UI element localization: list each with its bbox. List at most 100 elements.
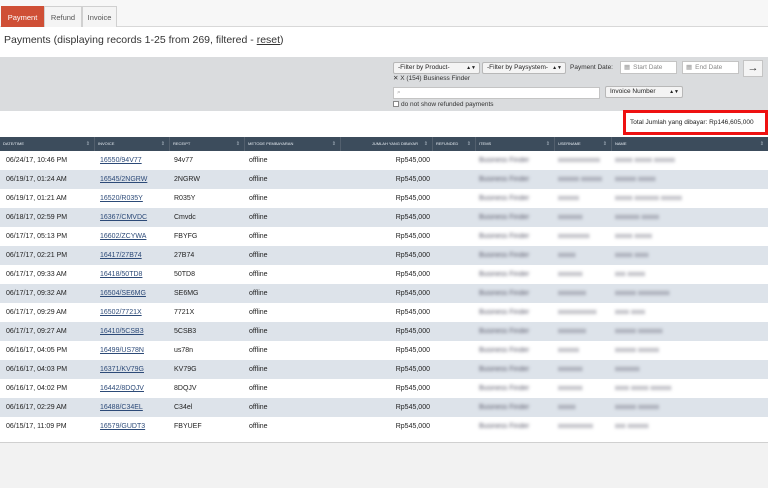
cell-name: xxxxxx xxxxxxxxx <box>615 290 670 297</box>
table-row[interactable]: 06/16/17, 04:05 PM 16499/US78N us78n offlin… <box>0 341 768 360</box>
page-title-text: Payments (displaying records 1-25 from 2… <box>4 34 257 46</box>
invoice-link[interactable]: 16442/8DQJV <box>100 379 144 398</box>
table-row[interactable]: 06/24/17, 10:46 PM 16550/94V77 94v77 offlin… <box>0 151 768 170</box>
cell-datetime: 06/15/17, 11:09 PM <box>6 423 67 430</box>
checkbox-icon[interactable] <box>393 101 399 107</box>
start-date-input[interactable]: ▦ Start Date <box>620 61 677 74</box>
cell-receipt: 7721X <box>174 309 195 316</box>
invoice-link[interactable]: 16418/50TD8 <box>100 265 142 284</box>
table-row[interactable]: 06/17/17, 02:21 PM 16417/27B74 27B74 offlin… <box>0 246 768 265</box>
column-header-name[interactable]: NAME ⇕ <box>611 137 768 151</box>
invoice-link[interactable]: 16504/SE6MG <box>100 284 146 303</box>
invoice-link[interactable]: 16499/US78N <box>100 341 144 360</box>
invoice-link[interactable]: 16579/GUDT3 <box>100 417 145 436</box>
cell-method: offline <box>249 195 268 202</box>
cell-receipt: FBYUEF <box>174 423 202 430</box>
cell-items: Business Finder <box>479 195 530 202</box>
column-header-refunded[interactable]: REFUNDED ⇕ <box>432 137 475 151</box>
product-filter-label: -Filter by Product- <box>398 64 450 71</box>
column-header-datetime[interactable]: DATE/TIME ⇕ <box>0 137 94 151</box>
calendar-icon: ▦ <box>624 64 631 71</box>
sort-icon: ⇕ <box>85 141 90 147</box>
column-header-label: METODE PEMBAYARAN <box>248 141 294 146</box>
table-row[interactable]: 06/16/17, 04:03 PM 16371/KV79G KV79G offlin… <box>0 360 768 379</box>
cell-datetime: 06/17/17, 09:32 AM <box>6 290 67 297</box>
cell-username: xxxxxxx <box>558 385 583 392</box>
invoice-link[interactable]: 16488/C34EL <box>100 398 143 417</box>
total-label: Total Jumlah yang dibayar: <box>630 119 708 126</box>
table-row[interactable]: 06/16/17, 02:29 AM 16488/C34EL C34el offlin… <box>0 398 768 417</box>
cell-datetime: 06/17/17, 09:29 AM <box>6 309 67 316</box>
table-row[interactable]: 06/18/17, 02:59 PM 16367/CMVDC Cmvdc offlin… <box>0 208 768 227</box>
cell-method: offline <box>249 385 268 392</box>
invoice-link[interactable]: 16502/7721X <box>100 303 142 322</box>
invoice-link[interactable]: 16367/CMVDC <box>100 208 147 227</box>
column-header-invoice[interactable]: INVOICE ⇕ <box>94 137 169 151</box>
cell-name: xxxxx xxxxx xxxxxx <box>615 157 675 164</box>
table-row[interactable]: 06/17/17, 09:33 AM 16418/50TD8 50TD8 offlin… <box>0 265 768 284</box>
paysystem-filter-select[interactable]: -Filter by Paysystem- ▲▼ <box>482 62 566 74</box>
cell-method: offline <box>249 271 268 278</box>
cell-name: xxxxxxx xxxxx <box>615 214 659 221</box>
invoice-link[interactable]: 16545/2NGRW <box>100 170 147 189</box>
search-input[interactable]: ⌕ <box>393 87 600 99</box>
invoice-link[interactable]: 16417/27B74 <box>100 246 142 265</box>
column-header-method[interactable]: METODE PEMBAYARAN ⇕ <box>244 137 340 151</box>
cell-method: offline <box>249 214 268 221</box>
table-row[interactable]: 06/17/17, 09:32 AM 16504/SE6MG SE6MG offlin… <box>0 284 768 303</box>
cell-name: xxxxx xxxxxxx xxxxxx <box>615 195 682 202</box>
table-row[interactable]: 06/15/17, 11:09 PM 16579/GUDT3 FBYUEF offli… <box>0 417 768 436</box>
tab-invoice[interactable]: Invoice <box>82 6 117 27</box>
selected-product-chip[interactable]: ✕ X (154) Business Finder <box>393 74 470 82</box>
select-arrows-icon: ▲▼ <box>466 65 476 71</box>
cell-name: xxxxxx xxxxxx <box>615 404 659 411</box>
invoice-link[interactable]: 16410/5CSB3 <box>100 322 144 341</box>
tab-payment[interactable]: Payment <box>1 6 44 27</box>
column-header-amount[interactable]: JUMLAH YANG DIBAYAR ⇕ <box>340 137 432 151</box>
cell-method: offline <box>249 252 268 259</box>
cell-amount: Rp545,000 <box>395 271 430 278</box>
cell-username: xxxxxxxxxxxx <box>558 157 600 164</box>
invoice-link[interactable]: 16371/KV79G <box>100 360 144 379</box>
cell-datetime: 06/16/17, 04:03 PM <box>6 366 68 373</box>
reset-link[interactable]: reset <box>257 34 280 46</box>
sort-icon: ⇕ <box>759 141 764 147</box>
refund-filter-checkbox[interactable]: do not show refunded payments <box>393 101 494 108</box>
page-footer <box>0 442 768 488</box>
select-arrows-icon: ▲▼ <box>552 65 562 71</box>
column-header-label: USERNAME <box>558 141 581 146</box>
table-row[interactable]: 06/17/17, 05:13 PM 16602/ZCYWA FBYFG offlin… <box>0 227 768 246</box>
product-filter-select[interactable]: -Filter by Product- ▲▼ <box>393 62 480 74</box>
column-header-receipt[interactable]: RECEIPT ⇕ <box>169 137 244 151</box>
cell-datetime: 06/16/17, 04:05 PM <box>6 347 68 354</box>
cell-username: xxxxxx <box>558 195 579 202</box>
cell-receipt: C34el <box>174 404 193 411</box>
cell-amount: Rp545,000 <box>395 423 430 430</box>
cell-username: xxxxxxx <box>558 271 583 278</box>
cell-username: xxxxxxxx <box>558 328 586 335</box>
cell-datetime: 06/17/17, 02:21 PM <box>6 252 68 259</box>
apply-filter-button[interactable]: → <box>743 60 763 77</box>
end-date-input[interactable]: ▦ End Date <box>682 61 739 74</box>
table-row[interactable]: 06/17/17, 09:27 AM 16410/5CSB3 5CSB3 offlin… <box>0 322 768 341</box>
table-row[interactable]: 06/16/17, 04:02 PM 16442/8DQJV 8DQJV offlin… <box>0 379 768 398</box>
table-row[interactable]: 06/19/17, 01:24 AM 16545/2NGRW 2NGRW offlin… <box>0 170 768 189</box>
invoice-link[interactable]: 16550/94V77 <box>100 151 142 170</box>
cell-method: offline <box>249 423 268 430</box>
cell-amount: Rp545,000 <box>395 366 430 373</box>
search-icon: ⌕ <box>397 89 401 96</box>
page-title: Payments (displaying records 1-25 from 2… <box>4 34 284 46</box>
tab-refund[interactable]: Refund <box>44 6 82 27</box>
table-row[interactable]: 06/17/17, 09:29 AM 16502/7721X 7721X offlin… <box>0 303 768 322</box>
search-field-select[interactable]: Invoice Number ▲▼ <box>605 86 683 98</box>
invoice-link[interactable]: 16602/ZCYWA <box>100 227 146 246</box>
table-row[interactable]: 06/19/17, 01:21 AM 16520/R035Y R035Y offlin… <box>0 189 768 208</box>
cell-receipt: KV79G <box>174 366 197 373</box>
cell-username: xxxxx <box>558 404 576 411</box>
cell-username: xxxxxxx <box>558 366 583 373</box>
column-header-items[interactable]: ITEMS ⇕ <box>475 137 554 151</box>
column-header-username[interactable]: USERNAME ⇕ <box>554 137 611 151</box>
invoice-link[interactable]: 16520/R035Y <box>100 189 143 208</box>
cell-name: xxxxxxx <box>615 366 640 373</box>
cell-datetime: 06/18/17, 02:59 PM <box>6 214 68 221</box>
